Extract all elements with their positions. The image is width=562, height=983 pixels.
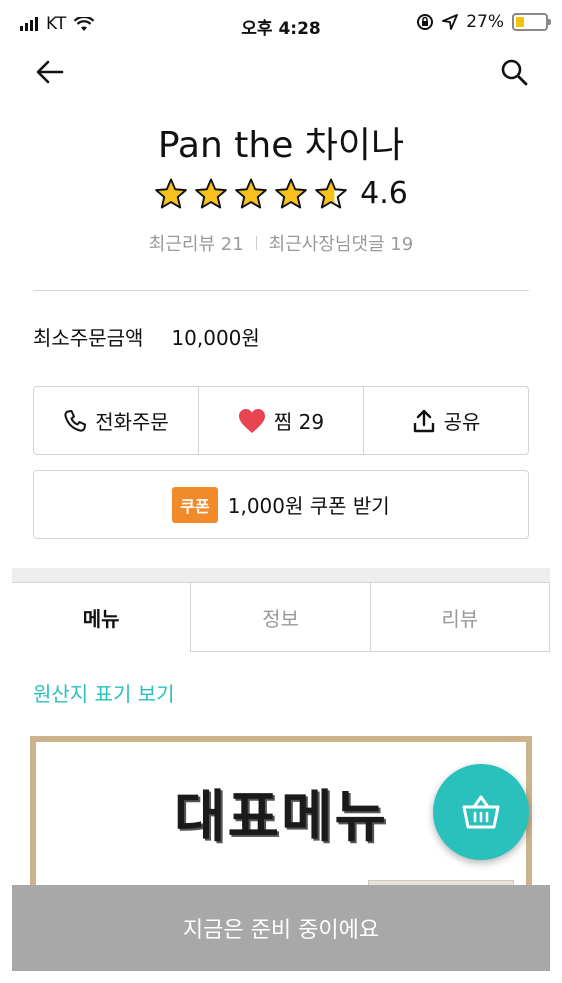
- search-button[interactable]: [496, 54, 532, 90]
- owner-replies-link[interactable]: 최근사장님댓글 19: [269, 230, 414, 256]
- phone-order-button[interactable]: 전화주문: [34, 387, 198, 454]
- star-icon: [235, 178, 267, 208]
- coupon-badge: 쿠폰: [172, 486, 218, 523]
- section-divider: [12, 568, 550, 582]
- share-icon: [413, 409, 434, 432]
- battery-icon: [512, 13, 551, 31]
- star-icon: [155, 178, 187, 208]
- tab-info[interactable]: 정보: [190, 583, 370, 652]
- star-icon: [195, 178, 227, 208]
- arrow-left-icon: [36, 60, 64, 84]
- tab-menu[interactable]: 메뉴: [12, 583, 191, 652]
- share-label: 공유: [443, 410, 481, 434]
- cart-fab-button[interactable]: [433, 764, 529, 860]
- orientation-lock-icon: [417, 14, 434, 30]
- store-name: Pan the 차이나: [157, 125, 405, 166]
- share-button[interactable]: 공유: [363, 387, 528, 454]
- min-order-row: 최소주문금액 10,000원: [33, 322, 260, 351]
- star-icon: [315, 178, 347, 208]
- tab-reviews[interactable]: 리뷰: [369, 583, 550, 652]
- phone-icon: [64, 409, 87, 432]
- rating-row: 4.6: [0, 176, 562, 211]
- tab-bar: 메뉴 정보 리뷰: [12, 582, 550, 652]
- phone-order-label: 전화주문: [95, 410, 169, 434]
- origin-info-link[interactable]: 원산지 표기 보기: [33, 678, 175, 707]
- rating-value: 4.6: [360, 176, 408, 211]
- rating-stars: [154, 178, 348, 210]
- coupon-button[interactable]: 쿠폰 1,000원 쿠폰 받기: [33, 470, 529, 539]
- min-order-value: 10,000원: [171, 326, 260, 350]
- min-order-label: 최소주문금액: [33, 326, 144, 350]
- order-unavailable-label: 지금은 준비 중이에요: [182, 918, 380, 943]
- separator: [255, 236, 257, 250]
- action-buttons: 전화주문 찜 29 공유: [33, 386, 529, 455]
- battery-percent: 27%: [466, 12, 504, 32]
- basket-icon: [462, 795, 500, 829]
- review-summary: 최근리뷰 21 최근사장님댓글 19: [0, 230, 562, 256]
- heart-icon: [238, 408, 265, 433]
- status-bar: KT 오후 4:28 27%: [0, 0, 562, 52]
- order-unavailable-bar[interactable]: 지금은 준비 중이에요: [12, 885, 550, 971]
- like-button[interactable]: 찜 29: [198, 387, 363, 454]
- status-right: 27%: [416, 12, 551, 32]
- back-button[interactable]: [32, 54, 68, 90]
- like-label: 찜 29: [273, 410, 325, 434]
- location-icon: [442, 14, 459, 30]
- star-icon: [275, 178, 307, 208]
- coupon-label: 1,000원 쿠폰 받기: [227, 494, 390, 518]
- search-icon: [501, 59, 528, 86]
- recent-reviews-link[interactable]: 최근리뷰 21: [149, 230, 244, 256]
- divider: [33, 290, 529, 291]
